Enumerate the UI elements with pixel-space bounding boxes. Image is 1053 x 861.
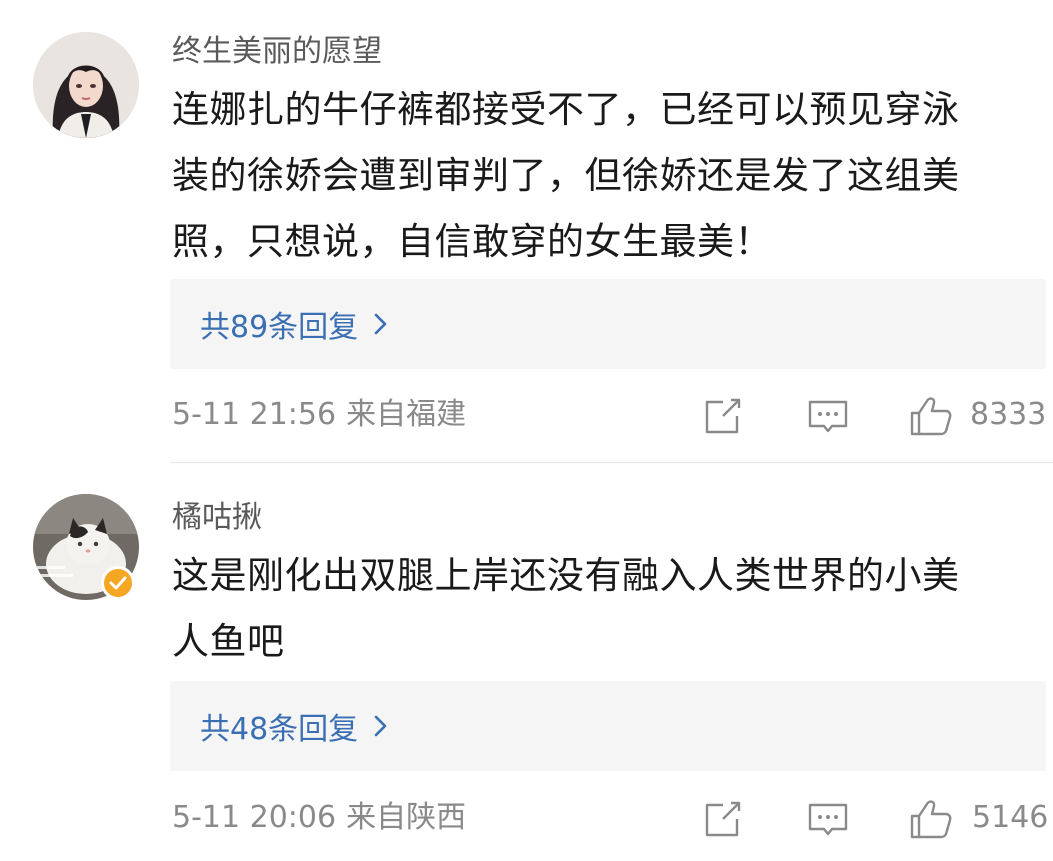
comment-text-line: 人鱼吧	[172, 620, 285, 663]
like-icon[interactable]	[908, 393, 952, 437]
comment-time: 5-11 20:06	[172, 800, 337, 835]
share-icon[interactable]	[701, 797, 745, 841]
like-icon[interactable]	[908, 796, 952, 840]
girl-avatar-icon	[33, 32, 139, 138]
comment-location: 来自陕西	[346, 800, 467, 835]
view-replies-button[interactable]: 共48条回复	[170, 681, 1046, 771]
like-count: 8333	[970, 397, 1047, 432]
comment-time: 5-11 21:56	[172, 397, 337, 432]
chevron-right-icon	[374, 312, 392, 336]
username[interactable]: 终生美丽的愿望	[172, 34, 382, 70]
user-avatar[interactable]	[33, 32, 139, 138]
comment-icon[interactable]	[806, 797, 850, 841]
comment-list: 终生美丽的愿望 连娜扎的牛仔裤都接受不了，已经可以预见穿泳 装的徐娇会遭到审判了…	[0, 0, 1053, 861]
view-replies-button[interactable]: 共89条回复	[170, 279, 1046, 369]
username[interactable]: 橘咕揪	[172, 500, 262, 536]
like-count: 5146	[972, 800, 1049, 835]
comment-divider	[170, 462, 1053, 463]
share-icon[interactable]	[701, 394, 745, 438]
replies-count-label: 共89条回复	[200, 310, 359, 345]
comment-location: 来自福建	[346, 397, 467, 432]
comment-text-line: 这是刚化出双腿上岸还没有融入人类世界的小美	[172, 554, 960, 597]
verified-badge-icon	[101, 566, 135, 600]
comment-meta: 5-11 21:56 来自福建	[172, 397, 466, 433]
comment-text-line: 照，只想说，自信敢穿的女生最美！	[172, 220, 772, 263]
comment-text-line: 装的徐娇会遭到审判了，但徐娇还是发了这组美	[172, 154, 960, 197]
chevron-right-icon	[374, 714, 392, 738]
comment-icon[interactable]	[806, 394, 850, 438]
comment-text: 这是刚化出双腿上岸还没有融入人类世界的小美 人鱼吧	[172, 543, 1032, 675]
comment-text: 连娜扎的牛仔裤都接受不了，已经可以预见穿泳 装的徐娇会遭到审判了，但徐娇还是发了…	[172, 77, 1032, 275]
comment-meta: 5-11 20:06 来自陕西	[172, 800, 466, 836]
comment-text-line: 连娜扎的牛仔裤都接受不了，已经可以预见穿泳	[172, 88, 960, 131]
replies-count-label: 共48条回复	[200, 712, 359, 747]
